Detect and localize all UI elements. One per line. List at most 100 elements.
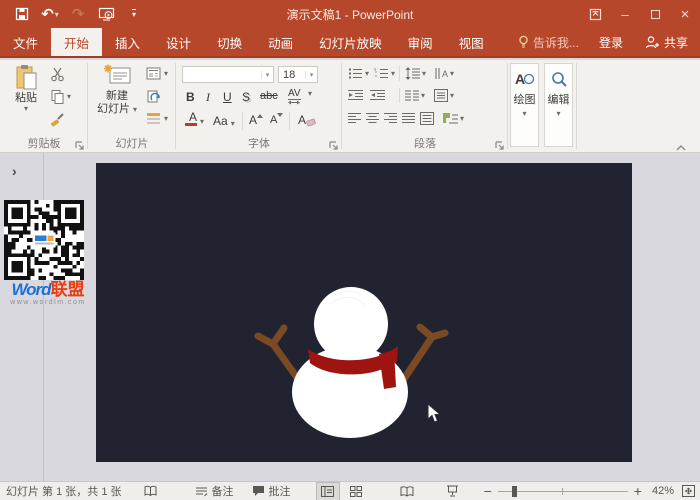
clear-formatting-button[interactable]: A (298, 113, 316, 127)
editing-button[interactable]: 编辑 ▾ (544, 63, 573, 147)
tab-slideshow[interactable]: 幻灯片放映 (306, 28, 395, 56)
customize-qat-button[interactable]: ▾ (122, 3, 146, 25)
drawing-dropdown-arrow[interactable]: ▾ (522, 110, 526, 118)
expand-thumbnail-pane-button[interactable]: › (12, 163, 17, 179)
underline-button[interactable]: U (223, 90, 232, 104)
spacing-arrows-icon (288, 100, 300, 105)
columns-button[interactable]: ▾ (405, 89, 425, 102)
increase-indent-button[interactable] (370, 89, 385, 102)
close-button[interactable]: × (670, 0, 700, 28)
tab-review[interactable]: 审阅 (395, 28, 446, 56)
char-spacing-dropdown[interactable]: ▾ (308, 90, 312, 98)
distribute-button[interactable] (420, 112, 434, 125)
notes-button[interactable]: 备注 (195, 483, 234, 499)
section-button[interactable]: ▾ (146, 112, 168, 125)
italic-button[interactable]: I (206, 90, 210, 105)
collapse-ribbon-button[interactable] (676, 140, 686, 154)
new-slide-dropdown-arrow[interactable]: ▾ (133, 105, 137, 114)
undo-dropdown-arrow[interactable]: ▾ (55, 10, 59, 19)
align-text-button[interactable]: ▾ (434, 89, 454, 102)
share-button[interactable]: 共享 (633, 34, 700, 51)
bullets-button[interactable]: ▾ (348, 67, 369, 80)
zoom-in-button[interactable]: + (634, 483, 642, 499)
editing-dropdown-arrow[interactable]: ▾ (556, 110, 560, 118)
cut-button[interactable] (50, 67, 65, 82)
zoom-slider-thumb[interactable] (512, 486, 517, 497)
font-color-dropdown[interactable]: ▾ (200, 118, 204, 126)
font-color-button[interactable]: A (185, 112, 197, 126)
format-painter-button[interactable] (50, 112, 65, 127)
tab-view[interactable]: 视图 (446, 28, 497, 56)
grow-font-button[interactable]: A (249, 113, 263, 127)
align-left-button[interactable] (348, 112, 361, 125)
spell-check-button[interactable] (144, 485, 157, 498)
sign-in-button[interactable]: 登录 (589, 34, 633, 51)
tab-insert[interactable]: 插入 (102, 28, 153, 56)
line-spacing-dropdown-arrow[interactable]: ▾ (422, 70, 426, 78)
tab-file[interactable]: 文件 (0, 28, 51, 56)
section-dropdown-arrow[interactable]: ▾ (164, 115, 168, 123)
fit-slide-to-window-button[interactable] (682, 485, 695, 497)
character-spacing-button[interactable]: AV (288, 88, 301, 105)
slide-canvas[interactable] (96, 163, 632, 462)
font-size-combobox[interactable]: 18 ▾ (278, 66, 318, 83)
line-spacing-button[interactable]: ▾ (405, 67, 426, 80)
font-name-dropdown-arrow[interactable]: ▾ (261, 71, 273, 79)
paste-button[interactable]: 粘贴 ▾ (8, 64, 44, 113)
smartart-dropdown-arrow[interactable]: ▾ (460, 115, 464, 123)
paragraph-divider (399, 88, 400, 103)
undo-button[interactable]: ↶ ▾ (38, 3, 62, 25)
font-name-combobox[interactable]: ▾ (182, 66, 274, 83)
tab-animations[interactable]: 动画 (255, 28, 306, 56)
slideshow-view-button[interactable] (442, 483, 464, 500)
paragraph-dialog-launcher[interactable] (495, 140, 505, 150)
text-direction-dropdown-arrow[interactable]: ▾ (450, 70, 454, 78)
font-size-dropdown-arrow[interactable]: ▾ (305, 71, 317, 79)
start-slideshow-button[interactable] (94, 3, 118, 25)
bold-button[interactable]: B (186, 90, 195, 104)
copy-dropdown-arrow[interactable]: ▾ (67, 93, 71, 101)
ribbon-display-options-button[interactable] (580, 0, 610, 28)
shrink-font-button[interactable]: A (270, 113, 283, 126)
font-dialog-launcher[interactable] (329, 140, 339, 150)
slide-layout-button[interactable]: ▾ (146, 67, 168, 80)
copy-button[interactable]: ▾ (50, 89, 71, 104)
slide-number-indicator[interactable]: 幻灯片 第 1 张，共 1 张 (6, 483, 122, 499)
tell-me-box[interactable]: 告诉我... (508, 34, 589, 51)
snowman-graphic[interactable] (96, 163, 632, 462)
redo-button-disabled[interactable]: ↷ (66, 3, 90, 25)
clipboard-dialog-launcher[interactable] (75, 140, 85, 150)
change-case-button[interactable]: Aa▾ (213, 114, 235, 128)
comments-button[interactable]: 批注 (252, 483, 291, 499)
reading-view-button[interactable] (396, 483, 418, 500)
align-right-button[interactable] (384, 112, 397, 125)
align-center-button[interactable] (366, 112, 379, 125)
zoom-level-indicator[interactable]: 42% (652, 485, 674, 497)
zoom-slider[interactable] (498, 483, 628, 500)
convert-smartart-button[interactable]: ▾ (442, 112, 464, 125)
restore-button[interactable] (640, 0, 670, 28)
text-shadow-button[interactable]: S (242, 90, 250, 104)
numbering-dropdown-arrow[interactable]: ▾ (391, 70, 395, 78)
justify-button[interactable] (402, 112, 415, 125)
decrease-indent-button[interactable] (348, 89, 363, 102)
zoom-out-button[interactable]: − (484, 483, 492, 499)
new-slide-button[interactable]: 新建 幻灯片 ▾ (94, 64, 140, 116)
columns-dropdown-arrow[interactable]: ▾ (421, 92, 425, 100)
reset-slide-button[interactable] (146, 89, 161, 104)
text-direction-button[interactable]: A ▾ (434, 67, 454, 80)
paste-dropdown-arrow[interactable]: ▾ (24, 105, 28, 113)
tab-design[interactable]: 设计 (153, 28, 204, 56)
tab-transitions[interactable]: 切换 (204, 28, 255, 56)
strikethrough-button[interactable]: abc (260, 90, 278, 102)
tab-home[interactable]: 开始 (51, 28, 102, 56)
save-button[interactable] (10, 3, 34, 25)
numbering-button[interactable]: ▾ (374, 67, 395, 80)
bullets-dropdown-arrow[interactable]: ▾ (365, 70, 369, 78)
minimize-button[interactable]: – (610, 0, 640, 28)
normal-view-button[interactable] (317, 483, 339, 500)
align-text-dropdown-arrow[interactable]: ▾ (450, 92, 454, 100)
slide-sorter-view-button[interactable] (345, 483, 367, 500)
layout-dropdown-arrow[interactable]: ▾ (164, 70, 168, 78)
drawing-button[interactable]: A 绘图 ▾ (510, 63, 539, 147)
